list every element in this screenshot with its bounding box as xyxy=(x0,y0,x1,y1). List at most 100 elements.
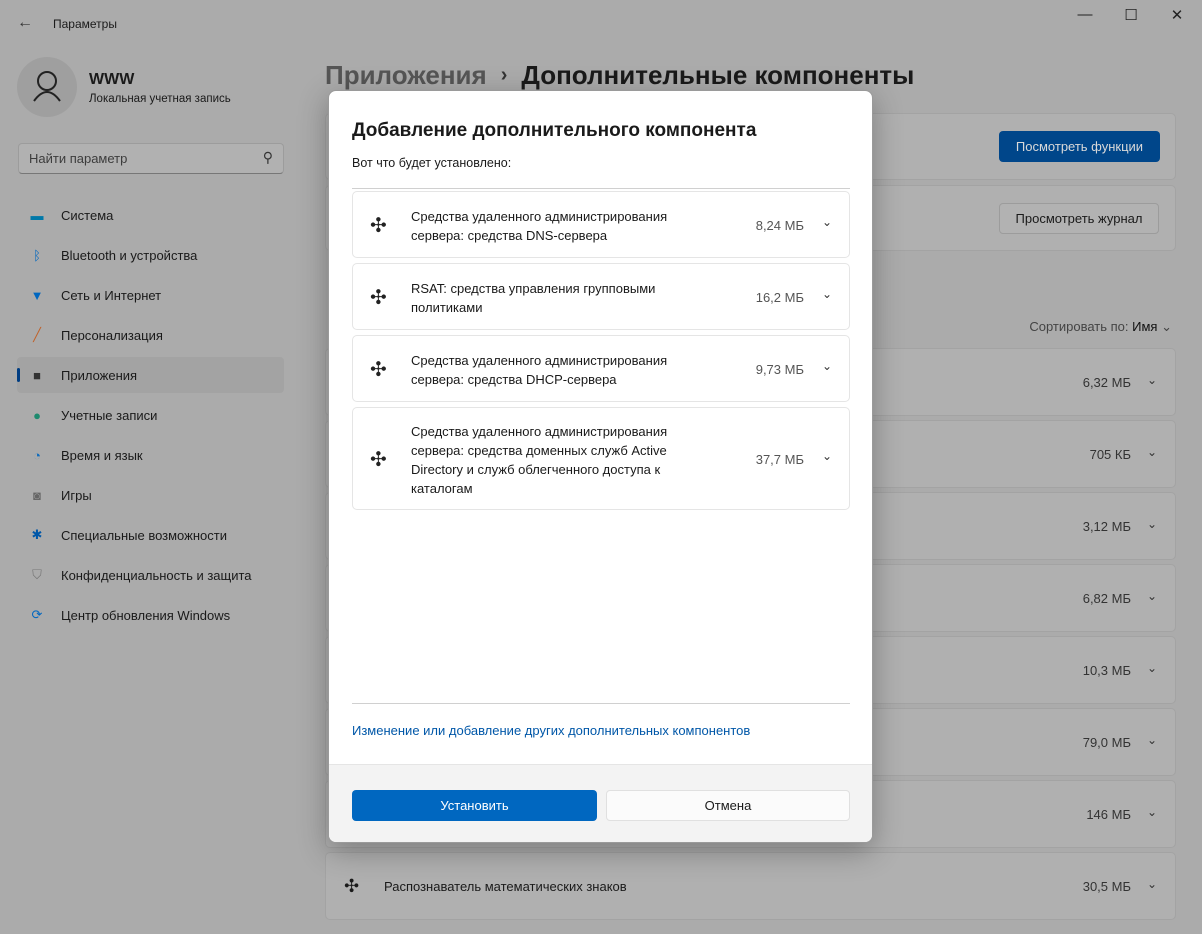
close-button[interactable]: ✕ xyxy=(1162,6,1192,30)
dialog-title: Добавление дополнительного компонента xyxy=(352,120,757,141)
sidebar-item[interactable]: ◔ Время и язык xyxy=(17,437,284,473)
view-history-button[interactable]: Просмотреть журнал xyxy=(999,203,1159,234)
chevron-right-icon: › xyxy=(500,64,508,86)
item-name: RSAT: средства управления групповыми пол… xyxy=(411,280,656,315)
sidebar-item-label: Время и язык xyxy=(61,447,143,463)
sidebar-item[interactable]: ⟳ Центр обновления Windows xyxy=(17,597,284,633)
sidebar-item[interactable]: ● Учетные записи xyxy=(17,397,284,433)
install-item[interactable]: ✣ Средства удаленного администрирования с… xyxy=(352,407,850,510)
sidebar-item-label: Конфиденциальность и защита xyxy=(61,567,252,583)
sidebar-item[interactable]: ✱ Специальные возможности xyxy=(17,517,284,553)
feature-size: 6,82 МБ xyxy=(1082,591,1131,606)
system-icon: ▬ xyxy=(30,207,44,223)
search-icon: ⚲ xyxy=(262,149,273,165)
shield-icon: ⛉ xyxy=(32,567,42,582)
brush-icon: ╱ xyxy=(33,327,41,342)
breadcrumb: Приложения › Дополнительные компоненты xyxy=(325,60,914,91)
chevron-down-icon[interactable]: ⌄ xyxy=(1147,877,1157,891)
page-title: Дополнительные компоненты xyxy=(521,60,915,90)
sort-label: Сортировать по: xyxy=(1029,319,1129,334)
item-size: 9,73 МБ xyxy=(755,361,804,377)
sidebar-item[interactable]: ▼ Сеть и Интернет xyxy=(17,277,284,313)
minimize-button[interactable]: — xyxy=(1070,6,1100,30)
item-name: Средства удаленного администрирования се… xyxy=(411,352,668,387)
sidebar-item-label: Приложения xyxy=(61,367,138,383)
sidebar-item-label: Bluetooth и устройства xyxy=(61,247,198,263)
sidebar-item[interactable]: ╱ Персонализация xyxy=(17,317,284,353)
item-name: Средства удаленного администрирования се… xyxy=(411,208,668,243)
sidebar-item[interactable]: ⛉ Конфиденциальность и защита xyxy=(17,557,284,593)
sort-value: Имя xyxy=(1132,319,1158,334)
feature-row[interactable]: ✣ Распознаватель математических знаков 30,… xyxy=(325,852,1176,920)
chevron-down-icon[interactable]: ⌄ xyxy=(822,287,832,301)
sidebar-item[interactable]: ▬ Система xyxy=(17,197,284,233)
puzzle-icon: ✣ xyxy=(344,876,360,896)
chevron-down-icon[interactable]: ⌄ xyxy=(1147,805,1157,819)
more-features-link[interactable]: Изменение или добавление других дополнит… xyxy=(352,723,750,738)
item-size: 16,2 МБ xyxy=(755,289,804,305)
sidebar-item-label: Специальные возможности xyxy=(61,527,227,543)
selection-indicator xyxy=(17,368,20,382)
sidebar-item-label: Сеть и Интернет xyxy=(61,287,162,303)
item-size: 37,7 МБ xyxy=(755,451,804,467)
install-item[interactable]: ✣ Средства удаленного администрирования с… xyxy=(352,191,850,258)
chevron-down-icon[interactable]: ⌄ xyxy=(1147,445,1157,459)
chevron-down-icon[interactable]: ⌄ xyxy=(822,359,832,373)
sidebar-item-label: Игры xyxy=(61,487,92,503)
user-name: WWW xyxy=(89,71,135,88)
sidebar-item-label: Центр обновления Windows xyxy=(61,607,231,623)
feature-size: 10,3 МБ xyxy=(1082,663,1131,678)
install-item[interactable]: ✣ RSAT: средства управления групповыми по… xyxy=(352,263,850,330)
chevron-down-icon[interactable]: ⌄ xyxy=(1147,589,1157,603)
wifi-icon: ▼ xyxy=(30,287,44,303)
back-button[interactable]: ← xyxy=(17,14,33,32)
puzzle-icon: ✣ xyxy=(370,214,387,237)
divider xyxy=(352,703,850,704)
breadcrumb-parent[interactable]: Приложения xyxy=(325,60,487,90)
search-placeholder: Найти параметр xyxy=(29,151,128,166)
cancel-button[interactable]: Отмена xyxy=(606,790,850,821)
gamepad-icon: ◙ xyxy=(33,487,41,503)
install-item[interactable]: ✣ Средства удаленного администрирования с… xyxy=(352,335,850,402)
chevron-down-icon[interactable]: ⌄ xyxy=(1147,517,1157,531)
sidebar-item-label: Учетные записи xyxy=(61,407,158,423)
item-size: 8,24 МБ xyxy=(755,217,804,233)
avatar[interactable] xyxy=(17,57,77,117)
puzzle-icon: ✣ xyxy=(370,448,387,471)
chevron-down-icon[interactable]: ⌄ xyxy=(1147,373,1157,387)
feature-size: 79,0 МБ xyxy=(1082,735,1131,750)
chevron-down-icon[interactable]: ⌄ xyxy=(822,449,832,463)
feature-name: Распознаватель математических знаков xyxy=(384,879,627,894)
chevron-down-icon[interactable]: ⌄ xyxy=(1147,661,1157,675)
feature-size: 3,12 МБ xyxy=(1082,519,1131,534)
puzzle-icon: ✣ xyxy=(370,286,387,309)
chevron-down-icon[interactable]: ⌄ xyxy=(822,215,832,229)
window-title: Параметры xyxy=(53,17,117,31)
sidebar-item-label: Система xyxy=(61,207,114,223)
add-optional-feature-dialog: Добавление дополнительного компонента Во… xyxy=(328,90,873,843)
sidebar-item[interactable]: ◙ Игры xyxy=(17,477,284,513)
puzzle-icon: ✣ xyxy=(370,358,387,381)
person-icon: ● xyxy=(33,407,41,423)
dialog-footer: Установить Отмена xyxy=(329,764,872,842)
bluetooth-icon: ᛒ xyxy=(33,247,41,263)
feature-size: 705 КБ xyxy=(1089,447,1131,462)
sort-dropdown[interactable]: Сортировать по: Имя ⌄ xyxy=(1029,319,1172,335)
chevron-down-icon[interactable]: ⌄ xyxy=(1147,733,1157,747)
accessibility-icon: ✱ xyxy=(31,527,43,542)
install-button[interactable]: Установить xyxy=(352,790,597,821)
view-features-button[interactable]: Посмотреть функции xyxy=(999,131,1160,162)
feature-size: 6,32 МБ xyxy=(1082,375,1131,390)
item-name: Средства удаленного администрирования се… xyxy=(411,423,668,496)
feature-size: 30,5 МБ xyxy=(1082,879,1131,894)
search-input[interactable]: Найти параметр ⚲ xyxy=(18,143,284,174)
maximize-button[interactable]: ☐ xyxy=(1116,6,1146,30)
person-icon xyxy=(33,71,61,102)
dialog-subtitle: Вот что будет установлено: xyxy=(352,156,512,170)
divider xyxy=(352,188,850,189)
sidebar-item[interactable]: ᛒ Bluetooth и устройства xyxy=(17,237,284,273)
feature-size: 146 МБ xyxy=(1086,807,1131,822)
sidebar-item[interactable]: ■ Приложения xyxy=(17,357,284,393)
chevron-down-icon: ⌄ xyxy=(1161,319,1172,334)
apps-icon: ■ xyxy=(33,367,41,383)
